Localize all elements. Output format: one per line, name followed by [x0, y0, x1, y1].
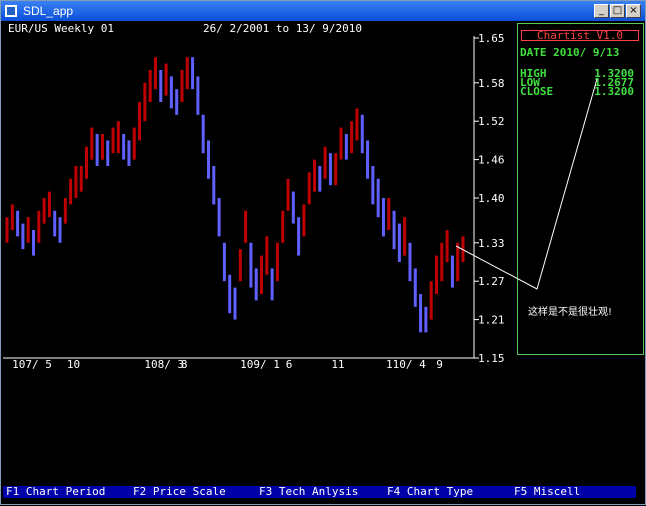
f2-price-scale[interactable]: F2 Price Scale	[133, 486, 226, 498]
annotation-callout	[455, 78, 598, 290]
app-window: SDL_app _ □ × 1.65 1.58 1.52 1.46 1.40 1.33 1.…	[0, 0, 646, 505]
f1-chart-period[interactable]: F1 Chart Period	[6, 486, 105, 498]
annotation-text: 这样是不是很壮观!	[528, 307, 613, 318]
function-key-bar: F1 Chart Period F2 Price Scale F3 Tech A…	[3, 486, 636, 498]
f4-chart-type[interactable]: F4 Chart Type	[387, 486, 473, 498]
f5-miscell[interactable]: F5 Miscell	[514, 486, 580, 498]
f3-tech-analysis[interactable]: F3 Tech Anlysis	[259, 486, 358, 498]
